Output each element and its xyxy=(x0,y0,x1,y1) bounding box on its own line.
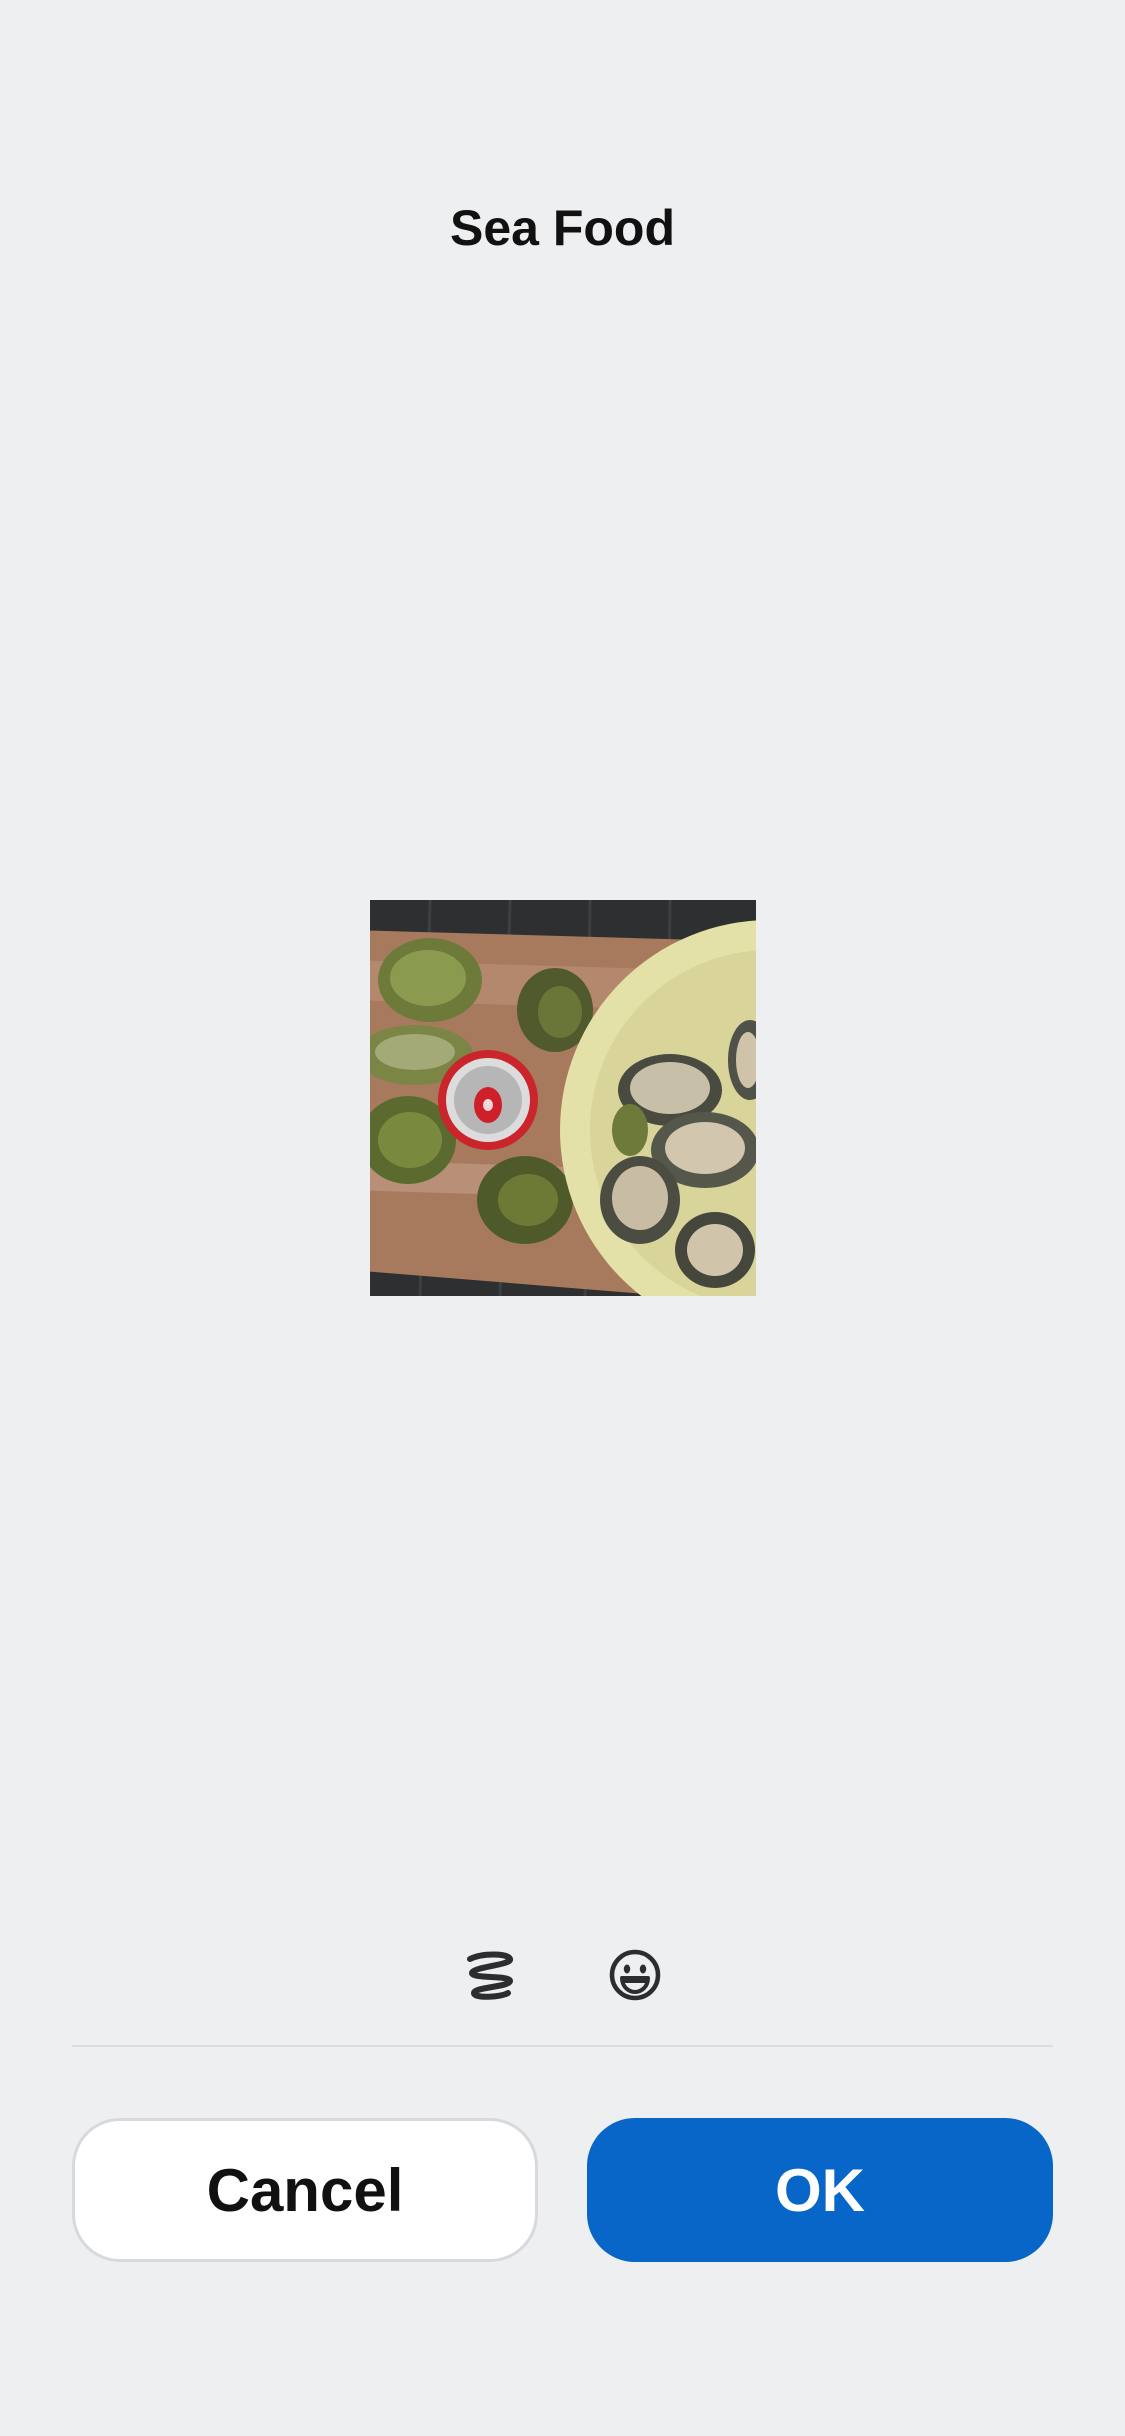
divider xyxy=(72,2045,1053,2047)
emoji-smile-icon xyxy=(609,1949,661,2001)
scribble-tool-button[interactable] xyxy=(460,1945,520,2005)
seafood-photo xyxy=(370,900,756,1296)
scribble-icon xyxy=(467,1951,514,2000)
emoji-tool-button[interactable] xyxy=(605,1945,665,2005)
markup-toolbar xyxy=(0,1945,1125,2005)
page-title: Sea Food xyxy=(449,200,676,256)
cancel-button[interactable]: Cancel xyxy=(72,2118,538,2262)
ok-button[interactable]: OK xyxy=(587,2118,1053,2262)
